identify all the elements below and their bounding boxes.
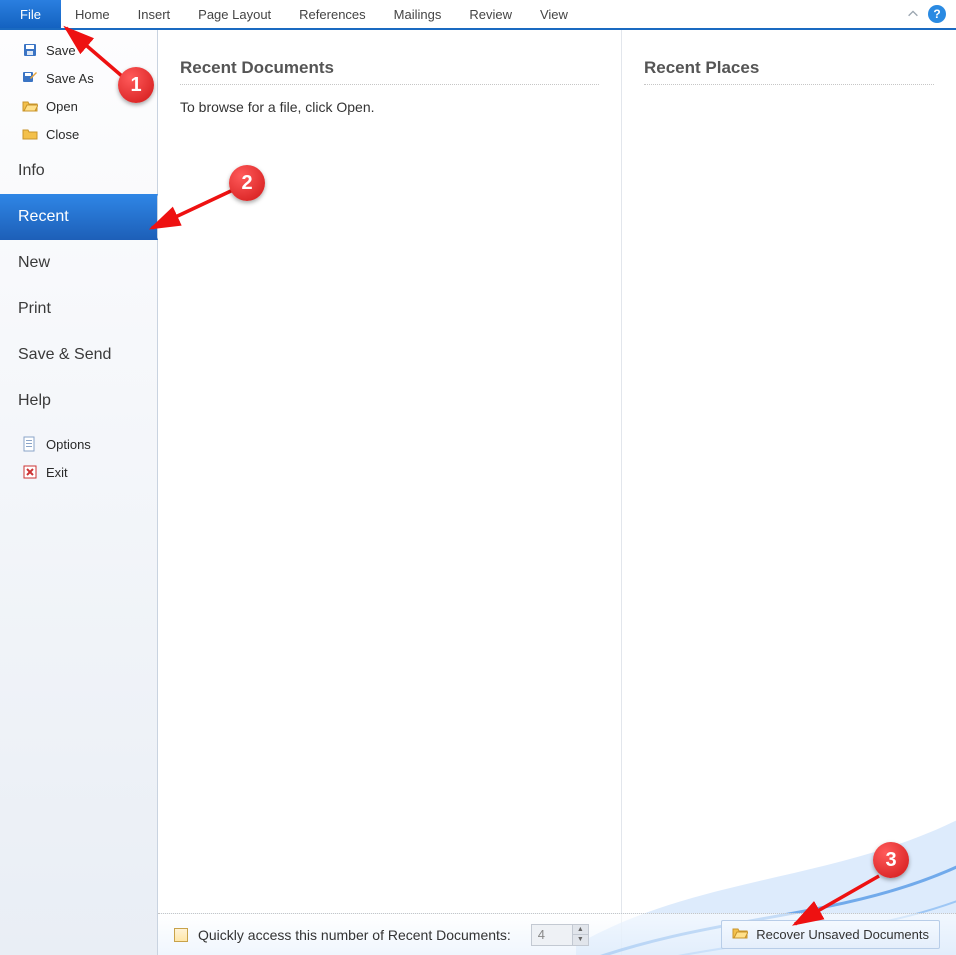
tab-review[interactable]: Review [455, 0, 526, 28]
sidebar-section-save-send[interactable]: Save & Send [0, 332, 157, 378]
sidebar-section-help[interactable]: Help [0, 378, 157, 424]
close-file-icon [22, 126, 38, 142]
exit-icon [22, 464, 38, 480]
sidebar-item-label: Save [46, 43, 76, 58]
spinner-up-icon[interactable]: ▲ [573, 925, 588, 935]
recent-places-panel: Recent Places [621, 30, 956, 955]
help-icon[interactable]: ? [928, 5, 946, 23]
backstage-sidebar: Save Save As Open Close Info Recent New … [0, 30, 158, 955]
quick-access-value[interactable] [532, 925, 572, 944]
tab-view[interactable]: View [526, 0, 582, 28]
tab-references[interactable]: References [285, 0, 379, 28]
tab-page-layout[interactable]: Page Layout [184, 0, 285, 28]
sidebar-section-info[interactable]: Info [0, 148, 157, 194]
recover-unsaved-button[interactable]: Recover Unsaved Documents [721, 920, 940, 949]
open-folder-icon [732, 925, 748, 944]
sidebar-item-label: Options [46, 437, 91, 452]
save-as-icon [22, 70, 38, 86]
sidebar-item-label: Exit [46, 465, 68, 480]
sidebar-item-save[interactable]: Save [0, 36, 157, 64]
quick-access-label: Quickly access this number of Recent Doc… [198, 927, 511, 943]
sidebar-section-print[interactable]: Print [0, 286, 157, 332]
recent-documents-empty: To browse for a file, click Open. [180, 99, 599, 115]
sidebar-item-label: Close [46, 127, 79, 142]
save-icon [22, 42, 38, 58]
sidebar-item-exit[interactable]: Exit [0, 458, 157, 486]
ribbon-right-icons: ? [906, 5, 956, 23]
callout-badge-1: 1 [118, 67, 154, 103]
sidebar-item-options[interactable]: Options [0, 424, 157, 458]
sidebar-section-recent[interactable]: Recent [0, 194, 157, 240]
spinner-down-icon[interactable]: ▼ [573, 935, 588, 945]
open-icon [22, 98, 38, 114]
sidebar-item-close[interactable]: Close [0, 120, 157, 148]
callout-badge-3: 3 [873, 842, 909, 878]
options-icon [22, 436, 38, 452]
tab-mailings[interactable]: Mailings [380, 0, 456, 28]
recent-places-title: Recent Places [644, 58, 934, 85]
backstage-footer: Quickly access this number of Recent Doc… [158, 913, 956, 955]
recent-documents-panel: Recent Documents To browse for a file, c… [158, 30, 621, 955]
quick-access-option: Quickly access this number of Recent Doc… [174, 924, 589, 946]
tab-home[interactable]: Home [61, 0, 124, 28]
sidebar-item-label: Save As [46, 71, 94, 86]
recent-documents-title: Recent Documents [180, 58, 599, 85]
backstage: Save Save As Open Close Info Recent New … [0, 30, 956, 955]
quick-access-checkbox[interactable] [174, 928, 188, 942]
backstage-content: Recent Documents To browse for a file, c… [158, 30, 956, 955]
sidebar-section-new[interactable]: New [0, 240, 157, 286]
tab-insert[interactable]: Insert [124, 0, 185, 28]
sidebar-item-label: Open [46, 99, 78, 114]
callout-badge-2: 2 [229, 165, 265, 201]
ribbon: File Home Insert Page Layout References … [0, 0, 956, 30]
recover-unsaved-label: Recover Unsaved Documents [756, 927, 929, 942]
minimize-ribbon-icon[interactable] [906, 7, 920, 21]
tab-file[interactable]: File [0, 0, 61, 28]
quick-access-spinner[interactable]: ▲ ▼ [531, 924, 589, 946]
